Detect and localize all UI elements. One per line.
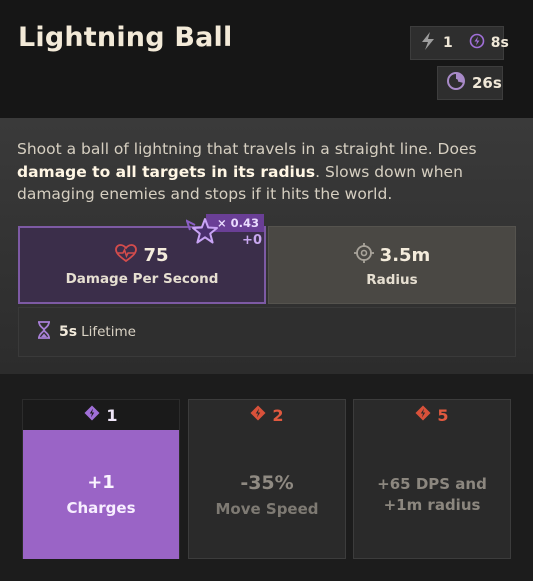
spirit-star-icon bbox=[185, 216, 220, 252]
cooldown-value: 26s bbox=[472, 74, 502, 92]
upgrade-tier-2[interactable]: 2 -35% Move Speed bbox=[188, 399, 346, 559]
dps-value: 75 bbox=[143, 244, 169, 266]
lifetime-label: Lifetime bbox=[81, 324, 136, 340]
hourglass-icon bbox=[37, 321, 51, 343]
ability-title: Lightning Ball bbox=[18, 22, 233, 53]
upgrade-cost: 5 bbox=[354, 400, 510, 430]
spirit-bolt-icon bbox=[469, 33, 485, 53]
purple-diamond-icon bbox=[84, 405, 100, 425]
cooldown-clock-icon bbox=[446, 71, 466, 95]
upgrade-tier-3[interactable]: 5 +65 DPS and +1m radius bbox=[353, 399, 511, 559]
lifetime-stat: 5s Lifetime bbox=[18, 307, 516, 357]
dps-label: Damage Per Second bbox=[65, 270, 219, 287]
upgrade-cost: 2 bbox=[189, 400, 345, 430]
heart-pulse-icon bbox=[115, 243, 138, 267]
red-diamond-icon bbox=[250, 405, 266, 425]
radius-label: Radius bbox=[366, 271, 418, 288]
upgrade-value: -35% bbox=[240, 471, 294, 494]
spirit-scaling-bonus: +0 bbox=[242, 233, 262, 248]
radius-stat-box: 3.5m Radius bbox=[268, 226, 516, 304]
charge-cooldown-value: 8s bbox=[490, 35, 509, 51]
upgrade-label: Charges bbox=[66, 499, 136, 517]
crosshair-icon bbox=[353, 242, 374, 268]
upgrade-value: +1 bbox=[87, 472, 115, 493]
upgrade-value: +65 DPS and +1m radius bbox=[377, 474, 487, 514]
charges-chip: 1 8s bbox=[410, 26, 509, 60]
red-diamond-icon bbox=[415, 405, 431, 425]
charges-value: 1 bbox=[443, 35, 453, 51]
upgrade-tier-1[interactable]: 1 +1 Charges bbox=[22, 399, 180, 559]
cooldown-chip: 26s bbox=[437, 66, 503, 100]
lifetime-value: 5s bbox=[59, 324, 78, 340]
upgrade-cost: 1 bbox=[23, 400, 179, 430]
radius-value: 3.5m bbox=[379, 244, 431, 266]
ability-description: Shoot a ball of lightning that travels i… bbox=[17, 140, 477, 203]
lightning-bolt-icon bbox=[419, 31, 437, 55]
upgrade-label: Move Speed bbox=[215, 499, 319, 518]
description-highlight: damage to all targets in its radius bbox=[17, 162, 316, 181]
